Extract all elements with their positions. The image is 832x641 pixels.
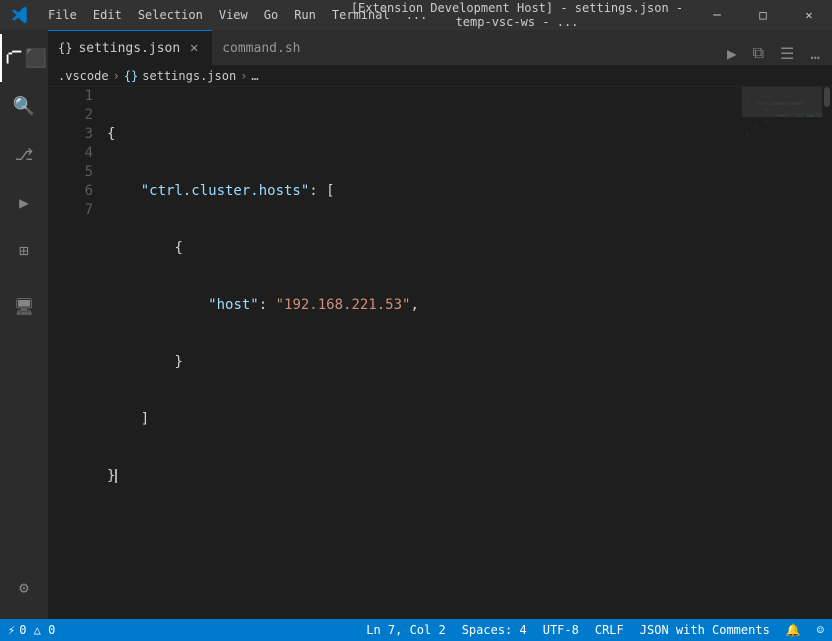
- status-position[interactable]: Ln 7, Col 2: [358, 619, 453, 641]
- editor-content: 1 2 3 4 5 6 7 { "ctrl.cluster.hosts": [ …: [48, 87, 832, 619]
- breadcrumb-settings[interactable]: {} settings.json: [124, 69, 236, 83]
- status-bar-right: Ln 7, Col 2 Spaces: 4 UTF-8 CRLF JSON wi…: [358, 619, 832, 641]
- tab-command-sh[interactable]: command.sh: [212, 30, 310, 65]
- activity-scm[interactable]: ⎇: [0, 130, 48, 178]
- editor-area: {} settings.json ✕ command.sh ▶ ⧉ ☰ … .v…: [48, 30, 832, 619]
- tab-bar: {} settings.json ✕ command.sh ▶ ⧉ ☰ …: [48, 30, 832, 65]
- tab-settings-json-label: settings.json: [78, 41, 180, 56]
- status-notifications[interactable]: 🔔: [778, 619, 809, 641]
- status-spaces[interactable]: Spaces: 4: [454, 619, 535, 641]
- scrollbar-thumb[interactable]: [824, 87, 830, 107]
- remote-icon: ⚡: [8, 623, 15, 637]
- status-bar-left: ⚡ 0 △ 0: [0, 619, 63, 641]
- position-label: Ln 7, Col 2: [366, 623, 445, 637]
- status-encoding[interactable]: UTF-8: [535, 619, 587, 641]
- notifications-icon: 🔔: [786, 623, 801, 637]
- toggle-panel-button[interactable]: ☰: [776, 42, 798, 65]
- activity-bar: ⬛ 🔍 ⎇ ▶ ⊞ 🖥 ⚙: [0, 30, 48, 619]
- code-line-7: }: [103, 467, 742, 486]
- status-remote[interactable]: ⚡ 0 △ 0: [0, 619, 63, 641]
- menu-file[interactable]: File: [40, 0, 85, 30]
- code-line-3: {: [103, 239, 742, 258]
- menu-edit[interactable]: Edit: [85, 0, 130, 30]
- tab-command-sh-label: command.sh: [222, 41, 300, 56]
- breadcrumb-ellipsis[interactable]: …: [251, 69, 258, 83]
- split-editor-button[interactable]: ⧉: [749, 41, 768, 65]
- breadcrumb-vscode[interactable]: .vscode: [58, 69, 109, 83]
- activity-extensions[interactable]: ⊞: [0, 226, 48, 274]
- window-controls: ─ □ ✕: [694, 0, 832, 30]
- code-line-4: "host": "192.168.221.53",: [103, 296, 742, 315]
- menu-view[interactable]: View: [211, 0, 256, 30]
- vscode-logo: [0, 0, 40, 30]
- minimap[interactable]: { "ctrl.cluster.hosts": [ { "host": "192…: [742, 87, 822, 619]
- spaces-label: Spaces: 4: [462, 623, 527, 637]
- tab-settings-json[interactable]: {} settings.json ✕: [48, 30, 212, 65]
- breadcrumb: .vscode › {} settings.json › …: [48, 65, 832, 87]
- code-line-5: }: [103, 353, 742, 372]
- title-bar: File Edit Selection View Go Run Terminal…: [0, 0, 832, 30]
- code-line-6: ]: [103, 410, 742, 429]
- eol-label: CRLF: [595, 623, 624, 637]
- menu-run[interactable]: Run: [286, 0, 324, 30]
- status-feedback[interactable]: ☺: [809, 619, 832, 641]
- minimize-button[interactable]: ─: [694, 0, 740, 30]
- breadcrumb-sep-2: ›: [240, 69, 247, 83]
- menu-selection[interactable]: Selection: [130, 0, 211, 30]
- minimap-content: { "ctrl.cluster.hosts": [ { "host": "192…: [742, 87, 822, 145]
- code-line-2: "ctrl.cluster.hosts": [: [103, 182, 742, 201]
- encoding-label: UTF-8: [543, 623, 579, 637]
- tab-settings-json-close[interactable]: ✕: [186, 40, 202, 56]
- more-actions-button[interactable]: …: [806, 42, 824, 65]
- main-layout: ⬛ 🔍 ⎇ ▶ ⊞ 🖥 ⚙ {} settings.json: [0, 30, 832, 619]
- language-label: JSON with Comments: [640, 623, 770, 637]
- code-editor[interactable]: { "ctrl.cluster.hosts": [ { "host": "192…: [103, 87, 742, 619]
- code-line-1: {: [103, 125, 742, 144]
- run-file-button[interactable]: ▶: [723, 42, 741, 65]
- activity-settings[interactable]: ⚙: [0, 563, 48, 611]
- scrollbar-track[interactable]: [822, 87, 832, 619]
- vertical-scrollbar[interactable]: [822, 87, 832, 619]
- window-title: [Extension Development Host] - settings.…: [340, 1, 694, 29]
- status-language[interactable]: JSON with Comments: [632, 619, 778, 641]
- maximize-button[interactable]: □: [740, 0, 786, 30]
- activity-bar-bottom: ⚙: [0, 563, 48, 619]
- text-cursor: [115, 469, 117, 483]
- activity-run[interactable]: ▶: [0, 178, 48, 226]
- tab-bar-actions: ▶ ⧉ ☰ …: [715, 41, 832, 65]
- title-bar-left: File Edit Selection View Go Run Terminal…: [0, 0, 340, 30]
- settings-json-icon: {}: [58, 41, 72, 55]
- status-errors-warnings: 0 △ 0: [19, 623, 55, 637]
- status-eol[interactable]: CRLF: [587, 619, 632, 641]
- activity-explorer[interactable]: ⬛: [0, 34, 48, 82]
- status-bar: ⚡ 0 △ 0 Ln 7, Col 2 Spaces: 4 UTF-8 CRLF…: [0, 619, 832, 641]
- activity-search[interactable]: 🔍: [0, 82, 48, 130]
- breadcrumb-sep-1: ›: [113, 69, 120, 83]
- feedback-icon: ☺: [817, 623, 824, 637]
- activity-remote[interactable]: 🖥: [0, 282, 48, 330]
- line-numbers: 1 2 3 4 5 6 7: [48, 87, 103, 619]
- menu-go[interactable]: Go: [256, 0, 286, 30]
- close-button[interactable]: ✕: [786, 0, 832, 30]
